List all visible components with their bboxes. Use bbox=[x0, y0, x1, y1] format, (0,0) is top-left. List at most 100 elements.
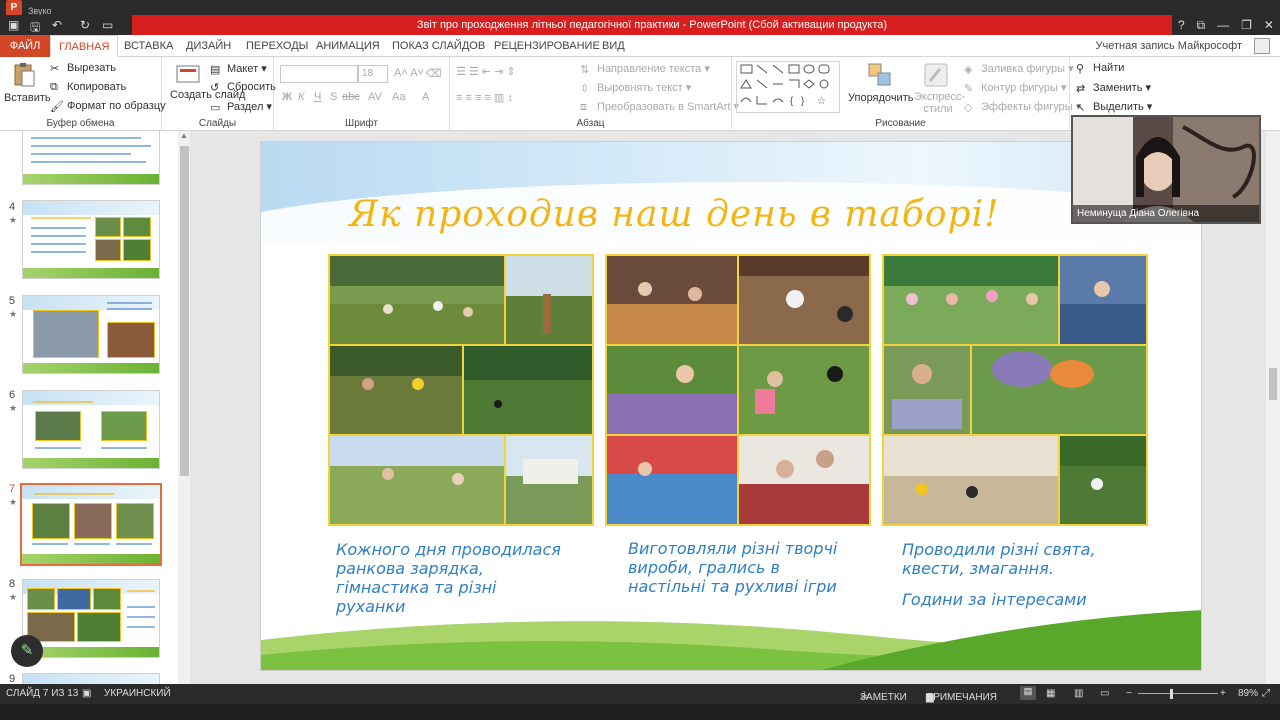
account-link[interactable]: Учетная запись Майкрософт bbox=[1096, 35, 1242, 57]
avatar[interactable] bbox=[1254, 38, 1270, 54]
cut-label: Вырезать bbox=[67, 62, 116, 74]
zoom-level[interactable]: 89% bbox=[1238, 688, 1258, 699]
section-icon: ▭ bbox=[210, 102, 221, 115]
thumbnails-scroll-thumb[interactable] bbox=[180, 146, 189, 476]
tab-slideshow[interactable]: ПОКАЗ СЛАЙДОВ bbox=[384, 35, 493, 57]
find-button[interactable]: ⚲ Найти bbox=[1076, 62, 1124, 75]
format-painter-button[interactable]: 🖌 Формат по образцу bbox=[50, 100, 166, 113]
shape-outline-label: Контур фигуры bbox=[981, 82, 1058, 94]
arrange-button[interactable]: Упорядочить bbox=[848, 59, 913, 115]
slide-sorter-icon[interactable]: ▦ bbox=[1046, 688, 1055, 699]
tab-insert[interactable]: ВСТАВКА bbox=[116, 35, 181, 57]
slide-title[interactable]: Як проходив наш день в таборі! bbox=[349, 194, 1000, 235]
animation-star-icon: ★ bbox=[9, 592, 18, 602]
spellcheck-icon[interactable]: ▣ bbox=[82, 688, 91, 699]
font-group: 18 A˄ A˅ ⌫ Ж К Ч S abc AV Аа A Шрифт bbox=[274, 57, 450, 131]
close-icon[interactable]: ✕ bbox=[1264, 18, 1274, 32]
normal-view-icon[interactable]: ▤ bbox=[1020, 686, 1036, 700]
thumbnail-slide-9[interactable] bbox=[22, 673, 160, 684]
tab-home[interactable]: ГЛАВНАЯ bbox=[50, 35, 119, 57]
current-slide[interactable]: Як проходив наш день в таборі! Кожного д… bbox=[260, 141, 1202, 671]
text-direction-button[interactable]: ⇅ Направление текста ▾ bbox=[580, 62, 710, 76]
reset-button[interactable]: ↺ Сбросить bbox=[210, 81, 276, 94]
pen-tool-icon[interactable]: ✎ bbox=[11, 635, 43, 667]
clipboard-group: Вставить ✂ Вырезать ⧉ Копировать 🖌 Формат п… bbox=[0, 57, 166, 131]
thumbnail-slide-4[interactable] bbox=[22, 200, 160, 279]
redo-icon[interactable]: ↻ bbox=[80, 18, 90, 32]
select-button[interactable]: ↖ Выделить ▾ bbox=[1076, 100, 1152, 114]
font-name-field[interactable] bbox=[280, 65, 358, 83]
copy-button[interactable]: ⧉ Копировать bbox=[50, 81, 126, 93]
font-color-button[interactable]: A bbox=[422, 91, 429, 103]
thumb-grass bbox=[23, 458, 159, 468]
replace-button[interactable]: ⇄ Заменить ▾ bbox=[1076, 81, 1151, 95]
undo-icon[interactable]: ↶ bbox=[52, 18, 62, 32]
slideshow-icon[interactable]: ▭ bbox=[102, 18, 113, 32]
minimize-icon[interactable]: — bbox=[1217, 18, 1229, 32]
zoom-slider[interactable] bbox=[1138, 693, 1218, 694]
restore-icon[interactable]: ❐ bbox=[1241, 18, 1252, 32]
clear-format-icon[interactable]: ⌫ bbox=[426, 67, 442, 80]
bullets-icon[interactable]: ☰ ☰ ⇤ ⇥ ⇕ bbox=[456, 65, 516, 78]
font-size-field[interactable]: 18 bbox=[358, 65, 388, 83]
section-button[interactable]: ▭ Раздел ▾ bbox=[210, 100, 272, 115]
photo-group-1[interactable] bbox=[328, 254, 594, 526]
thumbnail-slide-6[interactable] bbox=[22, 390, 160, 469]
tab-view[interactable]: ВИД bbox=[594, 35, 633, 57]
new-slide-button[interactable]: Создать слайд bbox=[166, 59, 245, 117]
change-case-button[interactable]: Аа bbox=[392, 91, 406, 103]
ribbon-tabs: ФАЙЛ ГЛАВНАЯ ВСТАВКА ДИЗАЙН ПЕРЕХОДЫ АНИ… bbox=[0, 35, 1280, 57]
photo-group-3[interactable] bbox=[882, 254, 1148, 526]
thumb-photo bbox=[123, 239, 151, 261]
select-label: Выделить bbox=[1093, 101, 1144, 113]
strike-button[interactable]: abc bbox=[342, 91, 360, 103]
quick-styles-icon bbox=[924, 63, 948, 87]
cut-button[interactable]: ✂ Вырезать bbox=[50, 62, 116, 75]
align-icons[interactable]: ≡ ≡ ≡ ≡ ▥ ↕ bbox=[456, 91, 513, 104]
thumbnail-slide-3[interactable] bbox=[22, 131, 160, 185]
italic-button[interactable]: К bbox=[298, 91, 304, 103]
webcam-video-tile[interactable]: Неминуща Діана Олегівна bbox=[1071, 115, 1261, 224]
slide-scroll-thumb[interactable] bbox=[1269, 368, 1277, 400]
grow-font-icon[interactable]: A˄ A˅ bbox=[394, 67, 424, 79]
tab-animation[interactable]: АНИМАЦИЯ bbox=[308, 35, 388, 57]
shape-fill-button[interactable]: ◈ Заливка фигуры ▾ bbox=[964, 62, 1074, 76]
zoom-slider-thumb[interactable] bbox=[1170, 689, 1173, 699]
help-icon[interactable]: ? bbox=[1178, 18, 1185, 32]
shape-effects-button[interactable]: ◇ Эффекты фигуры ▾ bbox=[964, 100, 1081, 114]
caption-holidays[interactable]: Проводили різні свята, квести, змагання. bbox=[902, 540, 1142, 578]
shape-outline-button[interactable]: ✎ Контур фигуры ▾ bbox=[964, 81, 1067, 95]
slide-scrollbar[interactable] bbox=[1266, 131, 1280, 684]
fit-slide-icon[interactable]: ⤢ bbox=[1262, 688, 1270, 699]
bold-button[interactable]: Ж bbox=[282, 91, 292, 103]
shapes-gallery[interactable]: {} ☆ bbox=[736, 61, 840, 113]
reading-view-icon[interactable]: ▥ bbox=[1074, 688, 1083, 699]
paste-button[interactable]: Вставить bbox=[4, 59, 51, 115]
thumbnail-slide-8[interactable] bbox=[22, 579, 160, 658]
paste-icon bbox=[14, 63, 35, 87]
layout-button[interactable]: ▤ Макет ▾ bbox=[210, 62, 267, 76]
align-text-button[interactable]: ⇳ Выровнять текст ▾ bbox=[580, 81, 691, 95]
smartart-button[interactable]: ⧈ Преобразовать в SmartArt ▾ bbox=[580, 100, 739, 113]
powerpoint-window: P Звуко ▣ 🖫 ↶ ↻ ▭ Звіт про проходження л… bbox=[0, 0, 1280, 720]
tab-design[interactable]: ДИЗАЙН bbox=[178, 35, 239, 57]
photo-group-2[interactable] bbox=[605, 254, 871, 526]
shadow-button[interactable]: S bbox=[330, 91, 337, 103]
powerpoint-app-icon[interactable]: ▣ bbox=[8, 18, 19, 32]
tab-file[interactable]: ФАЙЛ bbox=[0, 35, 50, 57]
tab-review[interactable]: РЕЦЕНЗИРОВАНИЕ bbox=[486, 35, 608, 57]
spacing-button[interactable]: AV bbox=[368, 91, 382, 103]
language-indicator[interactable]: УКРАИНСКИЙ bbox=[104, 688, 171, 699]
underline-button[interactable]: Ч bbox=[314, 91, 321, 103]
ribbon-display-icon[interactable]: ⧉ bbox=[1197, 18, 1206, 33]
thumb-text-line bbox=[31, 153, 131, 155]
tab-transitions[interactable]: ПЕРЕХОДЫ bbox=[238, 35, 316, 57]
zoom-in-icon[interactable]: + bbox=[1220, 688, 1226, 699]
slide-thumbnails-pane: 4 ★ 5 ★ 6 ★ 7 ★ 8 ★ 9 bbox=[0, 131, 180, 684]
slideshow-view-icon[interactable]: ▭ bbox=[1100, 688, 1109, 699]
quick-styles-button[interactable]: Экспресс-стили bbox=[912, 59, 965, 119]
zoom-out-icon[interactable]: − bbox=[1126, 688, 1132, 699]
thumbnail-slide-5[interactable] bbox=[22, 295, 160, 374]
caption-crafts[interactable]: Виготовляли різні творчі вироби, грались… bbox=[628, 539, 860, 596]
thumbnail-slide-7[interactable] bbox=[20, 483, 162, 566]
